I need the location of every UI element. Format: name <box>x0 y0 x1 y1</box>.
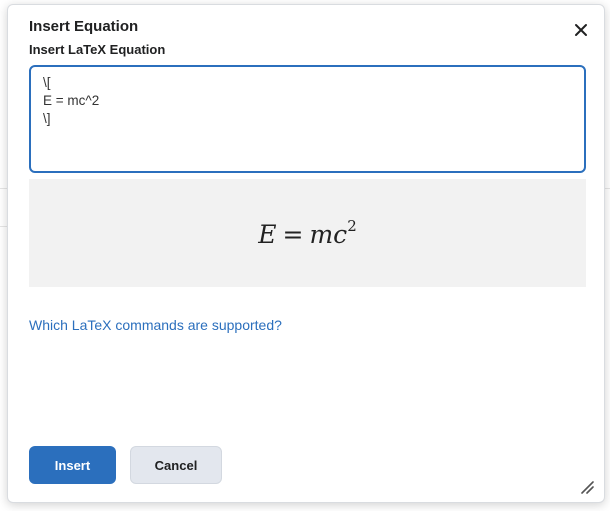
background-divider <box>0 226 7 227</box>
insert-button[interactable]: Insert <box>29 446 116 484</box>
equation-rhs-base: mc <box>309 220 348 249</box>
equation-lhs: E <box>258 220 277 249</box>
supported-commands-link[interactable]: Which LaTeX commands are supported? <box>29 317 282 333</box>
latex-input[interactable]: \[ E = mc^2 \] <box>29 65 586 173</box>
equation-exponent: 2 <box>347 217 357 235</box>
close-icon <box>575 24 587 36</box>
background-divider <box>0 188 7 189</box>
resize-handle[interactable] <box>580 480 594 494</box>
resize-handle-icon <box>581 481 594 494</box>
equation-preview: E = mc2 <box>29 179 586 287</box>
background-divider <box>605 188 610 189</box>
latex-field-label: Insert LaTeX Equation <box>29 42 166 57</box>
close-button[interactable] <box>570 19 592 41</box>
insert-equation-dialog: Insert Equation Insert LaTeX Equation \[… <box>7 4 605 503</box>
cancel-button[interactable]: Cancel <box>130 446 222 484</box>
rendered-equation: E = mc2 <box>29 217 586 249</box>
dialog-title: Insert Equation <box>29 18 139 35</box>
equation-operator: = <box>282 220 304 249</box>
